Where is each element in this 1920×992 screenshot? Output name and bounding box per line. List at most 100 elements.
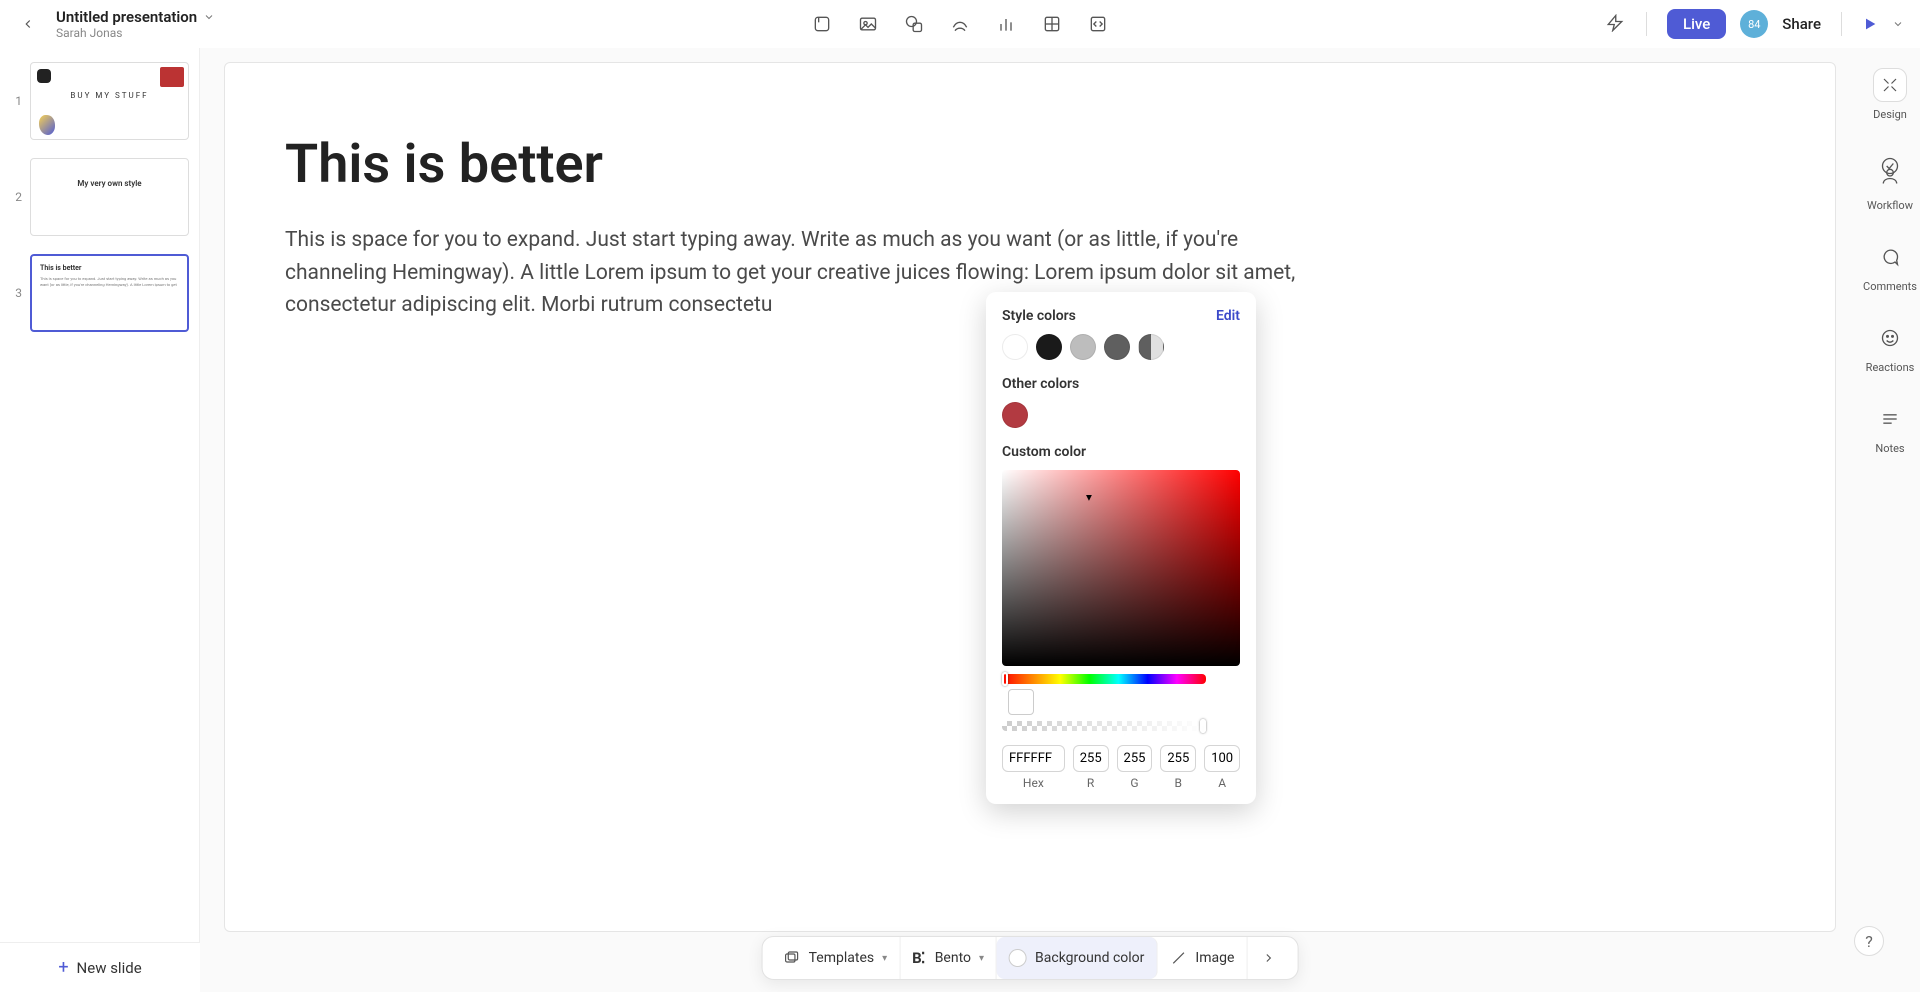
insert-embed-icon[interactable] bbox=[1087, 13, 1109, 35]
bento-button[interactable]: B⁚ Bento ▾ bbox=[900, 937, 997, 979]
design-button[interactable]: Design bbox=[1873, 68, 1907, 121]
insert-image-icon[interactable] bbox=[857, 13, 879, 35]
saturation-value-field[interactable] bbox=[1002, 470, 1240, 666]
hex-input[interactable] bbox=[1002, 745, 1065, 772]
color-picker-popover: Style colors Edit Other colors Custom co… bbox=[986, 292, 1256, 804]
insert-toolbar bbox=[811, 13, 1109, 35]
templates-icon bbox=[783, 949, 801, 967]
author-name: Sarah Jonas bbox=[56, 26, 215, 40]
b-input[interactable] bbox=[1160, 745, 1196, 772]
edit-colors-link[interactable]: Edit bbox=[1216, 308, 1240, 324]
templates-label: Templates bbox=[809, 950, 875, 966]
present-button[interactable] bbox=[1862, 16, 1878, 32]
title-dropdown-icon[interactable] bbox=[203, 11, 215, 23]
thumb-number: 1 bbox=[10, 94, 22, 108]
title-block: Untitled presentation Sarah Jonas bbox=[56, 8, 215, 40]
r-input[interactable] bbox=[1073, 745, 1109, 772]
thumb1-hero-image bbox=[160, 67, 184, 87]
color-inputs-row: Hex R G B A bbox=[1002, 745, 1240, 790]
plus-icon: + bbox=[58, 957, 68, 978]
insert-template-icon[interactable] bbox=[811, 13, 833, 35]
help-button[interactable]: ? bbox=[1854, 926, 1884, 956]
g-input[interactable] bbox=[1117, 745, 1153, 772]
top-right-controls: Live 84 Share bbox=[1606, 9, 1904, 39]
insert-draw-icon[interactable] bbox=[949, 13, 971, 35]
insert-table-icon[interactable] bbox=[1041, 13, 1063, 35]
other-colors-label: Other colors bbox=[1002, 376, 1240, 392]
custom-color-label: Custom color bbox=[1002, 444, 1240, 460]
design-label: Design bbox=[1873, 108, 1907, 121]
hue-thumb[interactable] bbox=[1002, 672, 1008, 686]
design-icon bbox=[1873, 68, 1907, 102]
sv-cursor-icon bbox=[1086, 500, 1100, 514]
new-slide-button[interactable]: + New slide bbox=[0, 942, 200, 992]
new-slide-label: New slide bbox=[77, 959, 142, 977]
presentation-title[interactable]: Untitled presentation bbox=[56, 8, 197, 26]
hue-slider[interactable] bbox=[1002, 674, 1206, 684]
live-button[interactable]: Live bbox=[1667, 9, 1726, 39]
g-label: G bbox=[1130, 776, 1138, 790]
style-swatches bbox=[1002, 334, 1240, 360]
top-bar: Untitled presentation Sarah Jonas Live 8… bbox=[0, 0, 1920, 48]
thumb2-title: My very own style bbox=[31, 179, 188, 188]
chevron-down-icon: ▾ bbox=[882, 953, 887, 964]
insert-chart-icon[interactable] bbox=[995, 13, 1017, 35]
swatch-red[interactable] bbox=[1002, 402, 1028, 428]
style-colors-label: Style colors bbox=[1002, 308, 1076, 324]
bento-label: Bento bbox=[935, 950, 971, 966]
thumb3-body: This is space for you to expand. Just st… bbox=[40, 276, 179, 287]
reactions-icon bbox=[1873, 321, 1907, 355]
thumbnail-rail: 1 BUY MY STUFF 2 My very own style 3 Thi… bbox=[0, 48, 200, 992]
alpha-slider[interactable] bbox=[1002, 721, 1206, 731]
alpha-thumb[interactable] bbox=[1200, 719, 1206, 733]
toolbar-next-button[interactable] bbox=[1247, 937, 1289, 979]
bolt-icon[interactable] bbox=[1606, 14, 1626, 34]
image-slash-icon bbox=[1169, 949, 1187, 967]
thumb1-logo-dot bbox=[37, 69, 51, 83]
slide-title[interactable]: This is better bbox=[285, 133, 1775, 196]
reactions-label: Reactions bbox=[1866, 361, 1915, 374]
swatch-light-gray[interactable] bbox=[1070, 334, 1096, 360]
chevron-down-icon: ▾ bbox=[979, 953, 984, 964]
thumb-number: 3 bbox=[10, 286, 22, 300]
bottom-toolbar: Templates ▾ B⁚ Bento ▾ Background color … bbox=[762, 936, 1299, 980]
thumbnail-2[interactable]: My very own style bbox=[30, 158, 189, 236]
share-button[interactable]: Share bbox=[1782, 15, 1821, 33]
avatar[interactable]: 84 bbox=[1740, 10, 1768, 38]
background-color-button[interactable]: Background color bbox=[997, 937, 1157, 979]
present-dropdown-icon[interactable] bbox=[1892, 18, 1904, 30]
divider bbox=[1646, 12, 1647, 36]
thumbnail-3[interactable]: This is better This is space for you to … bbox=[30, 254, 189, 332]
templates-button[interactable]: Templates ▾ bbox=[771, 937, 901, 979]
back-button[interactable] bbox=[16, 12, 40, 36]
image-button[interactable]: Image bbox=[1157, 937, 1247, 979]
thumb1-title: BUY MY STUFF bbox=[31, 91, 188, 100]
a-input[interactable] bbox=[1204, 745, 1240, 772]
thumbnail-1[interactable]: BUY MY STUFF bbox=[30, 62, 189, 140]
image-label: Image bbox=[1195, 950, 1234, 966]
workflow-button[interactable]: Workflow bbox=[1867, 149, 1913, 212]
right-tool-rail: Design Workflow Comments Reactions Notes bbox=[1860, 48, 1920, 992]
help-label: ? bbox=[1865, 932, 1873, 951]
bento-icon: B⁚ bbox=[912, 949, 927, 967]
b-label: B bbox=[1175, 776, 1182, 790]
a-label: A bbox=[1218, 776, 1226, 790]
background-color-label: Background color bbox=[1035, 950, 1144, 966]
canvas-wrap: This is better This is space for you to … bbox=[200, 48, 1860, 992]
swatch-black[interactable] bbox=[1036, 334, 1062, 360]
hex-label: Hex bbox=[1023, 776, 1044, 790]
swatch-split-gray[interactable] bbox=[1138, 334, 1164, 360]
workflow-label: Workflow bbox=[1867, 199, 1913, 212]
notes-label: Notes bbox=[1875, 442, 1904, 455]
other-swatches bbox=[1002, 402, 1240, 428]
comments-button[interactable]: Comments bbox=[1863, 240, 1917, 293]
insert-shape-icon[interactable] bbox=[903, 13, 925, 35]
notes-button[interactable]: Notes bbox=[1873, 402, 1907, 455]
workflow-user-icon bbox=[1873, 159, 1907, 193]
background-swatch-icon bbox=[1009, 949, 1027, 967]
reactions-button[interactable]: Reactions bbox=[1866, 321, 1915, 374]
swatch-dark-gray[interactable] bbox=[1104, 334, 1130, 360]
thumb1-blob bbox=[39, 115, 55, 135]
swatch-white[interactable] bbox=[1002, 334, 1028, 360]
comments-icon bbox=[1873, 240, 1907, 274]
